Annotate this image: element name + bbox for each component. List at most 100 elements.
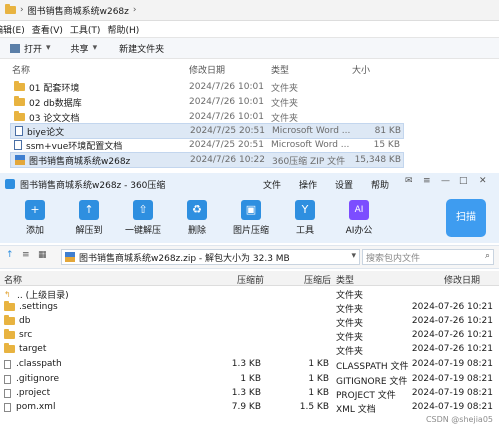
file-icon xyxy=(4,402,11,412)
zip-file-name: target xyxy=(19,344,47,354)
search-icon[interactable]: ⌕ xyxy=(485,251,490,261)
zip-row[interactable]: .settings 文件夹 2024-07-26 10:21 xyxy=(0,301,499,316)
folder-icon xyxy=(14,96,25,106)
new-folder-button[interactable]: 新建文件夹 xyxy=(119,42,164,55)
file-row[interactable]: 图书销售商城系统w268z 2024/7/26 10:22 360压缩 ZIP … xyxy=(10,152,404,168)
image-compress-button[interactable]: ▣ 图片压缩 xyxy=(226,200,276,236)
menu-settings[interactable]: 设置 xyxy=(335,178,353,191)
zip-file-date: 2024-07-26 10:21 xyxy=(411,330,493,340)
window-title: 图书销售商城系统w268z - 360压缩 xyxy=(20,180,166,191)
file-type: Microsoft Word ... xyxy=(272,126,351,136)
zip-app-icon xyxy=(5,179,15,189)
file-row[interactable]: ssm+vue环境配置文档 2024/7/25 20:51 Microsoft … xyxy=(10,138,402,152)
minimize-icon[interactable]: — xyxy=(441,176,450,186)
file-row[interactable]: 01 配套环境 2024/7/26 10:01 文件夹 xyxy=(10,80,402,94)
share-dropdown-icon[interactable]: ▾ xyxy=(93,43,98,53)
zip-file-name: pom.xml xyxy=(16,402,56,412)
add-button[interactable]: + 添加 xyxy=(10,200,60,236)
address-path[interactable]: 图书销售商城系统w268z xyxy=(28,4,129,17)
file-row[interactable]: 03 论文文档 2024/7/26 10:01 文件夹 xyxy=(10,110,402,124)
explorer-column-header: 名称 修改日期 类型 大小 xyxy=(0,60,499,76)
watermark: CSDN @shejia05 xyxy=(425,415,493,424)
zip-row[interactable]: ↰ .. (上级目录) 文件夹 xyxy=(0,288,499,302)
menu-view[interactable]: 查看(V) xyxy=(32,23,63,36)
explorer-address-bar[interactable]: › 图书销售商城系统w268z › xyxy=(0,0,499,21)
zip-file-original: 7.9 KB xyxy=(231,402,261,412)
zip-file-date: 2024-07-26 10:21 xyxy=(411,302,493,312)
zip-file-type: PROJECT 文件 xyxy=(336,391,396,401)
menu-operate[interactable]: 操作 xyxy=(299,178,317,191)
tool-label: 工具 xyxy=(295,226,314,236)
zip-file-original: 1 KB xyxy=(240,374,261,384)
menu-help[interactable]: 帮助 xyxy=(371,178,389,191)
zip-row[interactable]: .project 1.3 KB 1 KB PROJECT 文件 2024-07-… xyxy=(0,388,499,402)
grid-view-icon[interactable]: ▦ xyxy=(38,250,47,260)
zip-row[interactable]: .gitignore 1 KB 1 KB GITIGNORE 文件 2024-0… xyxy=(0,374,499,388)
skin-icon[interactable]: ✉ xyxy=(405,176,413,186)
zip-search-field[interactable]: 搜索包内文件 ⌕ xyxy=(362,249,494,265)
one-click-extract-button[interactable]: ⇧ 一键解压 xyxy=(118,200,168,236)
file-name: 03 论文文档 xyxy=(29,113,80,124)
zip-file-type: 文件夹 xyxy=(336,291,364,301)
zip-path-field[interactable]: 图书销售商城系统w268z.zip - 解包大小为 32.3 MB ▾ xyxy=(61,249,360,265)
up-folder-icon: ↰ xyxy=(4,290,11,299)
tool-label: 添加 xyxy=(25,226,44,236)
zip-row[interactable]: pom.xml 7.9 KB 1.5 KB XML 文档 2024-07-19 … xyxy=(0,402,499,416)
zip-row[interactable]: .classpath 1.3 KB 1 KB CLASSPATH 文件 2024… xyxy=(0,359,499,373)
zip-file-name: .project xyxy=(16,388,51,398)
column-type[interactable]: 类型 xyxy=(271,63,289,76)
tool-label: AI办公 xyxy=(345,226,373,236)
extract-to-icon: ↑ xyxy=(79,200,99,220)
menu-help[interactable]: 帮助(H) xyxy=(107,23,139,36)
delete-button[interactable]: ♻ 删除 xyxy=(172,200,222,236)
zip-row[interactable]: target 文件夹 2024-07-26 10:21 xyxy=(0,343,499,358)
zip-file-type: 文件夹 xyxy=(336,305,364,315)
zip-file-date: 2024-07-19 08:21 xyxy=(411,402,493,412)
zip-file-date: 2024-07-26 10:21 xyxy=(411,344,493,354)
column-date[interactable]: 修改日期 xyxy=(189,63,225,76)
zip-file-date: 2024-07-19 08:21 xyxy=(411,388,493,398)
file-row[interactable]: biye论文 2024/7/25 20:51 Microsoft Word ..… xyxy=(10,123,404,139)
tools-button[interactable]: Y 工具 xyxy=(280,200,330,236)
close-icon[interactable]: ✕ xyxy=(479,176,487,186)
file-row[interactable]: 02 db数据库 2024/7/26 10:01 文件夹 xyxy=(10,95,402,109)
menu-tools[interactable]: 工具(T) xyxy=(70,23,101,36)
column-size[interactable]: 大小 xyxy=(352,63,370,76)
column-name[interactable]: 名称 xyxy=(4,273,22,286)
file-date: 2024/7/26 10:01 xyxy=(189,112,264,122)
open-button[interactable]: 打开 xyxy=(24,42,42,55)
zip-file-compressed: 1 KB xyxy=(308,374,329,384)
file-date: 2024/7/25 20:51 xyxy=(190,126,265,136)
zip-row[interactable]: db 文件夹 2024-07-26 10:21 xyxy=(0,315,499,330)
folder-icon xyxy=(14,81,25,91)
up-arrow-icon[interactable]: ↑ xyxy=(6,250,14,260)
folder-icon xyxy=(4,343,15,353)
zip-file-name: .. (上级目录) xyxy=(17,291,69,301)
ai-office-button[interactable]: AI AI办公 xyxy=(334,200,384,236)
zip-toolbar: + 添加 ↑ 解压到 ⇧ 一键解压 ♻ 删除 ▣ 图片压缩 Y 工具 AI AI… xyxy=(0,195,499,243)
column-type[interactable]: 类型 xyxy=(336,273,354,286)
file-name: 图书销售商城系统w268z xyxy=(29,156,131,167)
column-modified[interactable]: 修改日期 xyxy=(444,273,480,286)
file-date: 2024/7/26 10:01 xyxy=(189,97,264,107)
zip-title-bar: 图书销售商城系统w268z - 360压缩 文件 操作 设置 帮助 ✉ ≡ — … xyxy=(0,173,499,195)
open-dropdown-icon[interactable]: ▾ xyxy=(46,43,51,53)
menu-file[interactable]: 文件 xyxy=(263,178,281,191)
column-compressed-size[interactable]: 压缩后 xyxy=(304,273,331,286)
extract-to-button[interactable]: ↑ 解压到 xyxy=(64,200,114,236)
zip-file-name: db xyxy=(19,316,31,326)
menu-icon[interactable]: ≡ xyxy=(423,176,431,186)
share-button[interactable]: 共享 xyxy=(71,42,89,55)
list-view-icon[interactable]: ≡ xyxy=(22,250,30,260)
file-date: 2024/7/25 20:51 xyxy=(189,140,264,150)
column-original-size[interactable]: 压缩前 xyxy=(237,273,264,286)
scan-button[interactable]: 扫描 xyxy=(446,199,486,237)
maximize-icon[interactable]: □ xyxy=(459,176,468,186)
file-type: 文件夹 xyxy=(271,83,299,94)
column-name[interactable]: 名称 xyxy=(12,63,30,76)
zip-row[interactable]: src 文件夹 2024-07-26 10:21 xyxy=(0,329,499,344)
path-dropdown-icon[interactable]: ▾ xyxy=(351,251,356,261)
menu-edit[interactable]: 编辑(E) xyxy=(0,23,25,36)
file-date: 2024/7/26 10:01 xyxy=(189,82,264,92)
address-chevron-icon[interactable]: › xyxy=(133,5,137,15)
